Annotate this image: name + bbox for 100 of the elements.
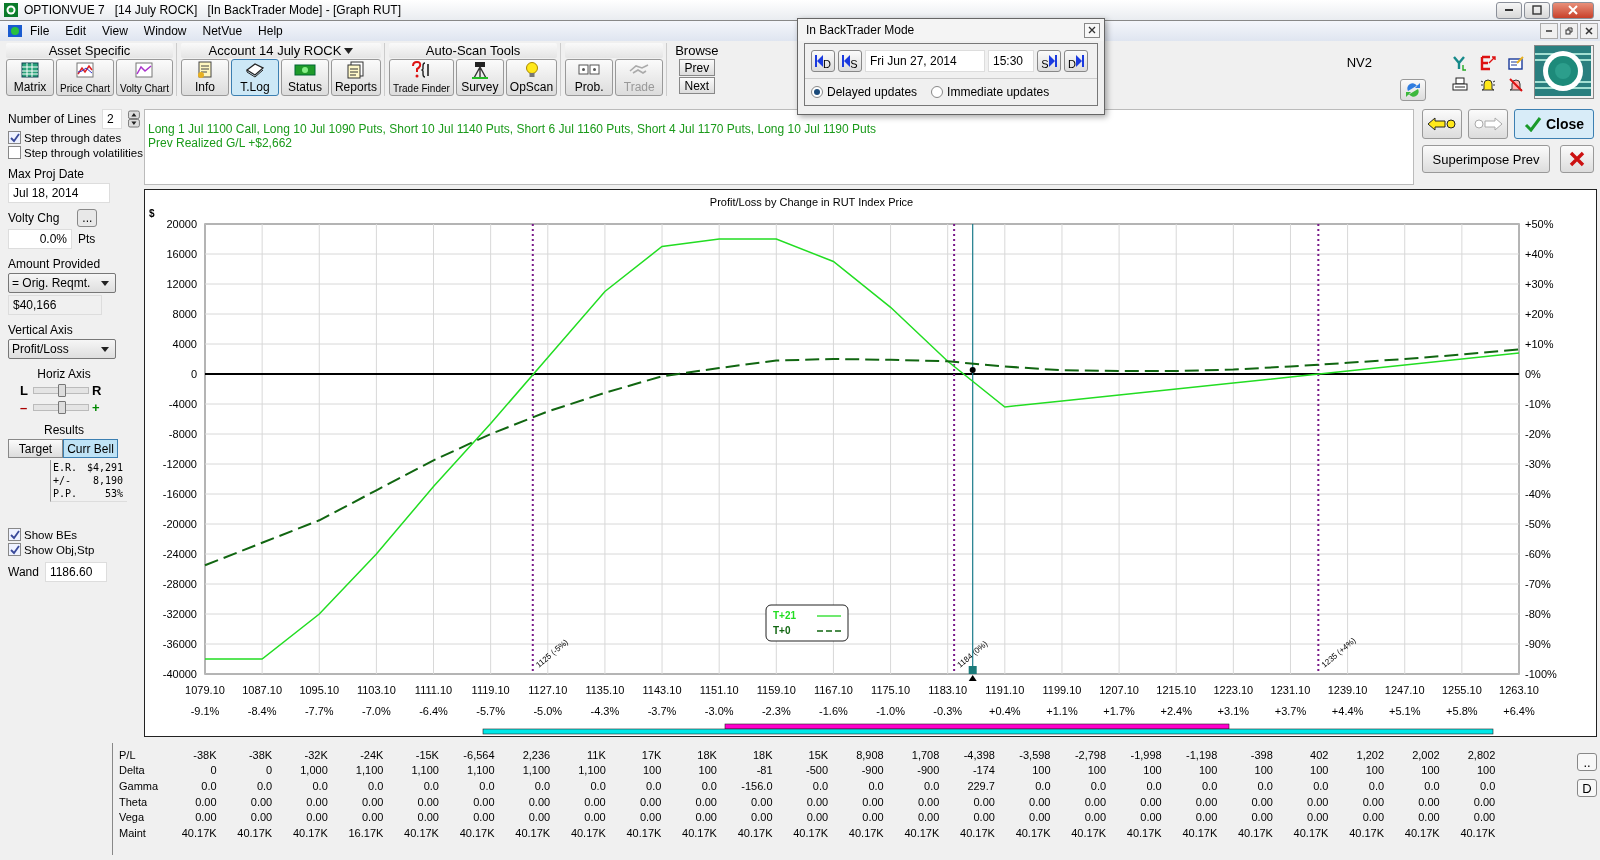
superimpose-button[interactable]: Superimpose Prev [1422, 145, 1550, 173]
time-field[interactable]: 15:30 [988, 50, 1034, 72]
axis-tick-label: 1135.10 [585, 684, 625, 696]
table-cell-text: 0.00 [416, 811, 439, 824]
axis-dropdown[interactable]: Profit/Loss [8, 339, 116, 359]
table-cell-text: 0.00 [916, 795, 940, 808]
table-cell-text: 1,000 [299, 764, 328, 777]
step-back-button[interactable]: S [838, 50, 862, 72]
axis-tick-label: 1159.10 [756, 684, 796, 696]
number-field[interactable]: 2 [102, 109, 123, 129]
close-button[interactable]: Close [1514, 109, 1594, 139]
table-cell-text: 1,202 [1355, 748, 1385, 761]
menu-item[interactable]: Help [250, 24, 291, 38]
radio-label: Delayed updates [827, 85, 918, 99]
table-cell-text: 0.00 [972, 795, 995, 808]
browse-button[interactable]: Prev [678, 59, 715, 76]
table-cell-text: 0.00 [583, 811, 606, 824]
table-cell-text: 0.00 [416, 795, 439, 808]
table-cell-text: 18K [696, 748, 717, 761]
results-tab[interactable]: Curr Bell [63, 439, 118, 458]
amount-dropdown[interactable]: = Orig. Reqmt. [8, 273, 116, 293]
menu-item[interactable]: View [94, 24, 136, 38]
toolbar-button[interactable]: OpScan [505, 59, 558, 96]
table-cell-text: -32K [303, 748, 328, 761]
table-cell-text: 0 [265, 764, 273, 777]
table-cell-text: -6,564 [462, 748, 495, 761]
step-forward-button[interactable]: S [1037, 50, 1061, 72]
table-cell-text: 1,100 [466, 764, 495, 777]
table-cell-text: 0.0 [923, 780, 940, 792]
menu-item[interactable]: Edit [57, 24, 95, 38]
wand-field[interactable]: 1186.60 [44, 562, 107, 582]
table-cell-text: 1,100 [354, 764, 384, 777]
axis-tick-label: -5.0% [533, 705, 563, 717]
row-label: Delta [119, 764, 146, 777]
table-cell-text: 0.00 [861, 795, 884, 808]
table-cell-text: 0.00 [1083, 811, 1107, 824]
results-tab[interactable]: Target [8, 439, 63, 458]
toolbar-button[interactable]: Prob. [565, 59, 614, 96]
step-back-button[interactable]: D [811, 50, 835, 72]
toolbar-button[interactable]: Survey [455, 59, 504, 96]
date-field[interactable]: Jul 18, 2014 [8, 183, 110, 203]
date-field[interactable]: Fri Jun 27, 2014 [865, 50, 985, 72]
axis-tick-label: 1079.10 [185, 684, 225, 696]
axis-tick-label: 0% [1525, 368, 1541, 380]
axis-tick-label: 1119.10 [471, 684, 510, 696]
axis-tick-label: -1.6% [819, 705, 848, 717]
menu-item[interactable]: File [22, 24, 58, 38]
toolbar-button[interactable]: Matrix [6, 59, 54, 96]
options-button[interactable]: ... [77, 209, 98, 227]
menu-item[interactable]: Window [135, 24, 195, 38]
axis-tick-label: -5.7% [476, 705, 506, 717]
toolbar-button[interactable]: Status [280, 59, 329, 96]
section-label: Results [43, 423, 85, 437]
axis-tick-label: -3.0% [704, 705, 734, 717]
volatility-field[interactable]: 0.0% [8, 229, 72, 249]
toolbar-button[interactable]: Trade Finder [388, 59, 454, 96]
axis-tick-label: +30% [1525, 278, 1554, 290]
toolbar-button[interactable]: T.Log [230, 59, 279, 96]
table-button[interactable]: D [1577, 779, 1597, 797]
table-button[interactable]: .. [1577, 753, 1597, 771]
table-cell-text: -900 [916, 764, 940, 777]
axis-tick-label: +1.1% [1046, 705, 1078, 717]
table-cell-text: -38K [192, 748, 217, 761]
row-label: Maint [119, 826, 147, 839]
field-label: Max Proj Date [8, 167, 86, 181]
toolbar-button[interactable]: Reports [330, 59, 381, 96]
step-forward-button[interactable]: D [1064, 50, 1088, 72]
table-cell-text: 0.0 [533, 780, 551, 792]
table-cell-text: 0.00 [1083, 795, 1107, 808]
browse-button[interactable]: Next [678, 77, 715, 94]
table-cell-text: 0.0 [367, 780, 384, 792]
toolbar-button[interactable]: Info [180, 59, 229, 96]
table-cell-text: 0.00 [694, 811, 717, 824]
table-cell-text: 18K [751, 748, 773, 761]
table-cell-text: 0.00 [1306, 795, 1329, 808]
table-cell-text: 1,100 [410, 764, 439, 777]
axis-tick-label: -32000 [162, 608, 197, 620]
table-cell-text: 40.17K [291, 826, 328, 839]
axis-tick-label: +50% [1525, 218, 1554, 230]
table-cell-text: 100 [1142, 764, 1162, 777]
axis-tick-label: 0 [190, 368, 197, 380]
toolbar-button[interactable]: Price Chart [56, 59, 114, 96]
table-cell-text: 40.17K [1348, 826, 1385, 839]
row-label: Gamma [119, 780, 160, 792]
toolbar-button[interactable]: Volty Chart [116, 59, 173, 96]
table-cell-text: 0.0 [311, 780, 328, 792]
table-cell-text: 0.00 [1250, 795, 1273, 808]
axis-tick-label: 1127.10 [528, 684, 568, 696]
table-cell-text: 100 [1197, 764, 1218, 777]
table-cell-text: 0.0 [700, 780, 717, 792]
menu-item[interactable]: NetVue [194, 24, 251, 38]
table-cell-text: 40.17K [1403, 826, 1440, 839]
table-cell-text: 0.00 [305, 795, 328, 808]
field-label: Amount Provided [8, 257, 102, 271]
checkbox-label: Step through volatilities [24, 146, 143, 159]
table-cell-text: 100 [642, 764, 662, 777]
table-cell-text: -156.0 [740, 780, 773, 792]
table-cell-text: 0.00 [1417, 795, 1440, 808]
table-cell-text: -174 [971, 764, 995, 777]
axis-tick-label: +5.1% [1389, 705, 1421, 717]
